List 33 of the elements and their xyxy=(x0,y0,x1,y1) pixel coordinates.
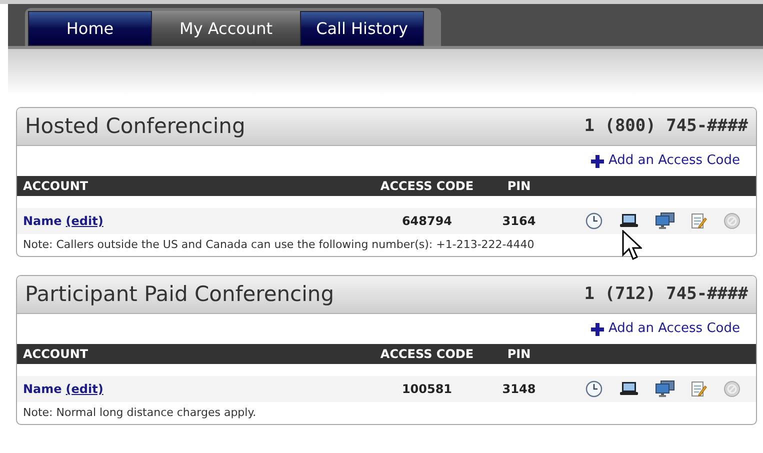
column-header: PIN xyxy=(506,178,532,195)
name-link[interactable]: Name xyxy=(23,212,62,230)
laptop-icon[interactable] xyxy=(619,381,639,397)
plus-icon xyxy=(591,322,604,336)
phone-number: 1 (712) 745-#### xyxy=(584,282,748,306)
pin-cell-text: 3148 xyxy=(501,381,537,398)
column-header: ACCESS CODE xyxy=(379,178,475,195)
edit-link[interactable]: (edit) xyxy=(66,380,104,398)
edit-note-icon[interactable] xyxy=(691,212,707,230)
nav-tab[interactable]: Home xyxy=(28,11,152,46)
edit-link[interactable]: (edit) xyxy=(66,212,104,230)
clock-icon[interactable] xyxy=(585,212,603,230)
column-header: PIN xyxy=(506,346,532,363)
access-code-cell-text: 648794 xyxy=(400,213,454,230)
column-header: ACCESS CODE xyxy=(379,346,475,363)
section-title: Participant Paid Conferencing xyxy=(25,280,334,308)
note-text: Note: Callers outside the US and Canada can use the following number(s): +1-213-222-4440 xyxy=(23,236,534,253)
note-text: Note: Normal long distance charges apply. xyxy=(23,404,256,421)
column-header: ACCOUNT xyxy=(22,346,90,363)
name-link[interactable]: Name xyxy=(23,380,62,398)
phone-number: 1 (800) 745-#### xyxy=(584,114,748,138)
pin-cell-text: 3164 xyxy=(501,213,537,230)
monitors-icon[interactable] xyxy=(655,212,675,230)
clock-icon[interactable] xyxy=(585,380,603,398)
access-code-cell-text: 100581 xyxy=(400,381,454,398)
plus-icon xyxy=(591,154,604,168)
section-title: Hosted Conferencing xyxy=(25,112,246,140)
nav-tab[interactable]: Call History xyxy=(300,11,424,46)
nav-tab[interactable]: My Account xyxy=(152,11,300,46)
edit-note-icon[interactable] xyxy=(691,380,707,398)
column-header: ACCOUNT xyxy=(22,178,90,195)
laptop-icon[interactable] xyxy=(619,213,639,229)
monitors-icon[interactable] xyxy=(655,380,675,398)
